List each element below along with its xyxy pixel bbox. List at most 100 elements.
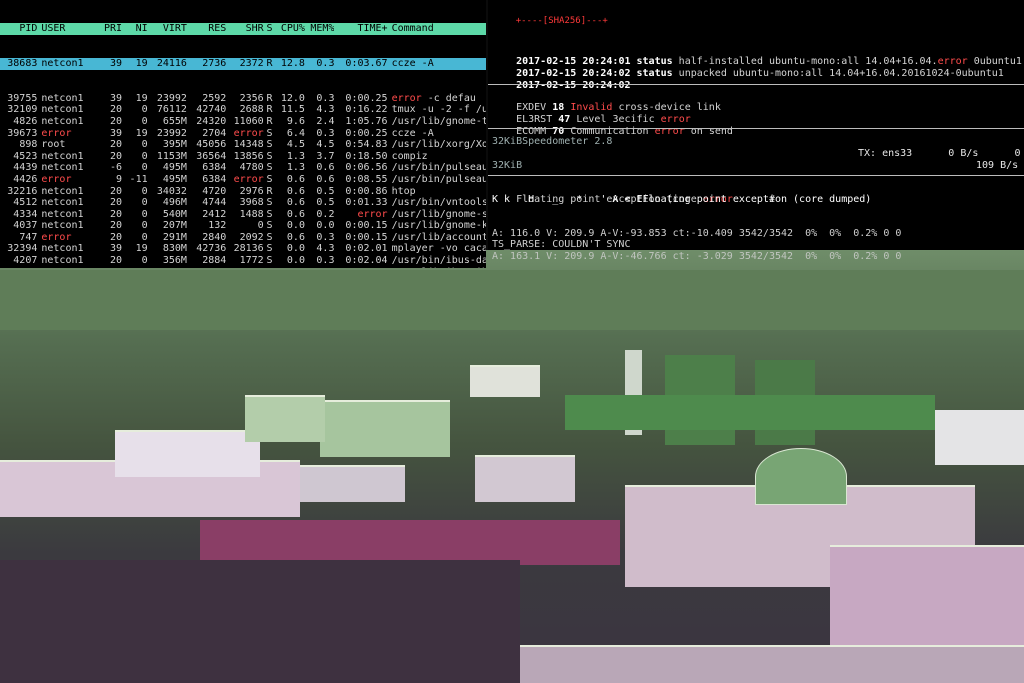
process-row[interactable]: 4037 netcon1 20 0 207M 132 0 S 0.0 0.0 0:00.15/usr… bbox=[0, 220, 486, 232]
cell-pri: 20 bbox=[109, 104, 123, 116]
cell-cpu: 9.6 bbox=[286, 115, 305, 127]
process-row[interactable]: 4334 netcon1 20 0 540M 2412 1488 S 0.6 0.2 error/u… bbox=[0, 209, 486, 221]
cell-time: 0:08.55 bbox=[345, 173, 388, 185]
cell-user: netcon1 bbox=[37, 267, 94, 268]
cell-pri: 39 bbox=[109, 92, 123, 104]
cell-cmd: htop bbox=[391, 185, 416, 197]
column-header-ni: NI bbox=[135, 23, 148, 35]
htop-process-list[interactable]: PID USER PRI NI VIRT RES SHR S CPU% MEM% TIME+ Comm… bbox=[0, 0, 486, 268]
cell-pri: 20 bbox=[109, 150, 123, 162]
cell-shr: 2356 bbox=[239, 92, 264, 104]
cell-cmd: /usr/lib/gnome-t bbox=[391, 115, 486, 127]
cell-mem: 0.0 bbox=[316, 220, 335, 232]
cell-user: netcon1 bbox=[41, 255, 84, 267]
cell-pri: 9 bbox=[116, 173, 123, 185]
divider bbox=[488, 175, 1024, 176]
cell-cmd: ccze -A bbox=[391, 57, 434, 69]
cell-user: netcon1 bbox=[41, 104, 84, 116]
cell-res: 2840 bbox=[202, 231, 227, 243]
process-row[interactable]: 4512 netcon1 20 0 496M 4744 3968 S 0.6 0.5 0:01.33… bbox=[0, 197, 486, 209]
cell-user: netcon1 bbox=[41, 185, 84, 197]
cell-cmd: error -c defau bbox=[391, 92, 476, 104]
cell-time: 0:02.04 bbox=[345, 255, 388, 267]
cell-virt: 291M bbox=[162, 231, 187, 243]
cell-pid: 747 bbox=[19, 231, 38, 243]
cell-ni: 19 bbox=[135, 57, 148, 69]
cell-time: 0:00.86 bbox=[345, 185, 388, 197]
cell-cpu: 1.3 bbox=[286, 162, 305, 174]
cell-time: 0:16.22 bbox=[345, 104, 388, 116]
process-row[interactable]: 32109 netcon1 20 0 76112 42740 2688 R 11.5 4.3 0:1… bbox=[0, 104, 486, 116]
cell-virt: 24116 bbox=[156, 57, 187, 69]
process-row[interactable]: 898 root 20 0 395M 45056 14348 S 4.5 4.5 0:54.83/u… bbox=[0, 139, 486, 151]
cell-cmd: /usr/bin/pulseau bbox=[391, 162, 486, 174]
cell-cmd: tmux -u -2 -f /u bbox=[391, 104, 486, 116]
cell-mem: 0.5 bbox=[316, 197, 335, 209]
speedometer-title: 32KiBSpeedometer 2.8 bbox=[492, 136, 613, 147]
cityscape-photo bbox=[0, 250, 1024, 683]
cell-user: error bbox=[41, 173, 72, 185]
cell-cpu: 0.0 bbox=[286, 243, 305, 255]
fpe-line-2: K k H _ * ' A < EFloating point exceptio… bbox=[492, 194, 872, 205]
cell-cpu: 1.3 bbox=[286, 150, 305, 162]
cell-pri: 20 bbox=[109, 185, 123, 197]
cell-time: 0:01.33 bbox=[345, 197, 388, 209]
cell-ni: 0 bbox=[141, 139, 148, 151]
cell-res: 4720 bbox=[202, 185, 227, 197]
divider bbox=[488, 84, 1024, 85]
process-row[interactable]: 39673 error 39 19 23992 2704 error S 6.4 0.3 0:00.… bbox=[0, 128, 486, 140]
cell-pri: 20 bbox=[109, 139, 123, 151]
cell-pri: 20 bbox=[109, 197, 123, 209]
cell-mem: 0.6 bbox=[316, 162, 335, 174]
cell-shr: 13856 bbox=[233, 150, 264, 162]
cell-cpu: 6.4 bbox=[286, 127, 305, 139]
column-header-s: S bbox=[266, 23, 273, 35]
cell-mem: 4.3 bbox=[316, 104, 335, 116]
cell-pid: 4272 bbox=[0, 267, 37, 268]
cell-pid: 32216 bbox=[7, 185, 38, 197]
cell-time: 1:05.76 bbox=[345, 115, 388, 127]
process-row[interactable]: 4207 netcon1 20 0 356M 2884 1772 S 0.0 0.3 0:02.04… bbox=[0, 255, 486, 267]
cell-cpu: 0.6 bbox=[286, 185, 305, 197]
column-header-pid: PID bbox=[19, 23, 38, 35]
cell-pri: 20 bbox=[109, 231, 123, 243]
process-row[interactable]: 747 error 20 0 291M 2840 2092 S 0.6 0.3 0:00.15/us… bbox=[0, 232, 486, 244]
cell-ni: -11 bbox=[129, 173, 148, 185]
cell-mem: 3.7 bbox=[316, 150, 335, 162]
process-row[interactable]: 32216 netcon1 20 0 34032 4720 2976 R 0.6 0.5 0:00.… bbox=[0, 186, 486, 198]
cell-shr: 0 bbox=[257, 220, 264, 232]
cell-user: netcon1 bbox=[41, 220, 84, 232]
cell-s: S bbox=[266, 231, 273, 243]
cell-time: error bbox=[357, 208, 388, 220]
cell-mem: 4.3 bbox=[316, 243, 335, 255]
htop-selected-row[interactable]: 38683 netcon1 39 19 24116 2736 2372 R 12.8 0.3 0:0… bbox=[0, 57, 486, 70]
cell-cmd: /usr/lib/gnome-s bbox=[391, 208, 486, 220]
column-header-cpu: CPU% bbox=[280, 23, 305, 35]
htop-header-row[interactable]: PID USER PRI NI VIRT RES SHR S CPU% MEM% TIME+ Comm… bbox=[0, 23, 486, 35]
process-row[interactable]: 4272netcon1200468M45601980S0.00.50:00.85… bbox=[0, 267, 486, 268]
cell-pri: 20 bbox=[109, 208, 123, 220]
cell-cpu: 11.5 bbox=[280, 104, 305, 116]
column-header-virt: VIRT bbox=[162, 23, 187, 35]
cell-ni: 19 bbox=[135, 243, 148, 255]
terminal-panel: +----[SHA256]---+ 2017-02-15 20:24:01 st… bbox=[488, 0, 1024, 250]
process-row[interactable]: 32394 netcon1 39 19 830M 42736 28136 S 0.0 4.3 0:0… bbox=[0, 243, 486, 255]
cell-pri: 20 bbox=[109, 255, 123, 267]
process-row[interactable]: 4826 netcon1 20 0 655M 24320 11060 R 9.6 2.4 1:05.… bbox=[0, 116, 486, 128]
cell-shr: 2688 bbox=[239, 104, 264, 116]
column-header-time: TIME+ bbox=[357, 23, 388, 35]
cell-shr: 3968 bbox=[239, 197, 264, 209]
cell-s: S bbox=[266, 139, 273, 151]
cell-cpu: 12.0 bbox=[280, 92, 305, 104]
process-row[interactable]: 4523 netcon1 20 0 1153M 36564 13856 S 1.3 3.7 0:18… bbox=[0, 151, 486, 163]
cell-user: netcon1 bbox=[41, 150, 84, 162]
cell-virt: 356M bbox=[162, 255, 187, 267]
cell-virt: 496M bbox=[162, 197, 187, 209]
kib-label: 32KiB bbox=[492, 160, 523, 171]
mplayer-status-2: TS_PARSE: COULDN'T SYNC bbox=[492, 239, 631, 250]
process-row[interactable]: 4439 netcon1 -6 0 495M 6384 4780 S 1.3 0.6 0:06.56… bbox=[0, 162, 486, 174]
process-row[interactable]: 4426 error 9 -11 495M 6384 error S 0.6 0.6 0:08.55… bbox=[0, 174, 486, 186]
cell-cpu: 0.6 bbox=[286, 231, 305, 243]
process-row[interactable]: 39755 netcon1 39 19 23992 2592 2356 R 12.0 0.3 0:0… bbox=[0, 93, 486, 105]
cell-cpu: 0.0 bbox=[286, 255, 305, 267]
